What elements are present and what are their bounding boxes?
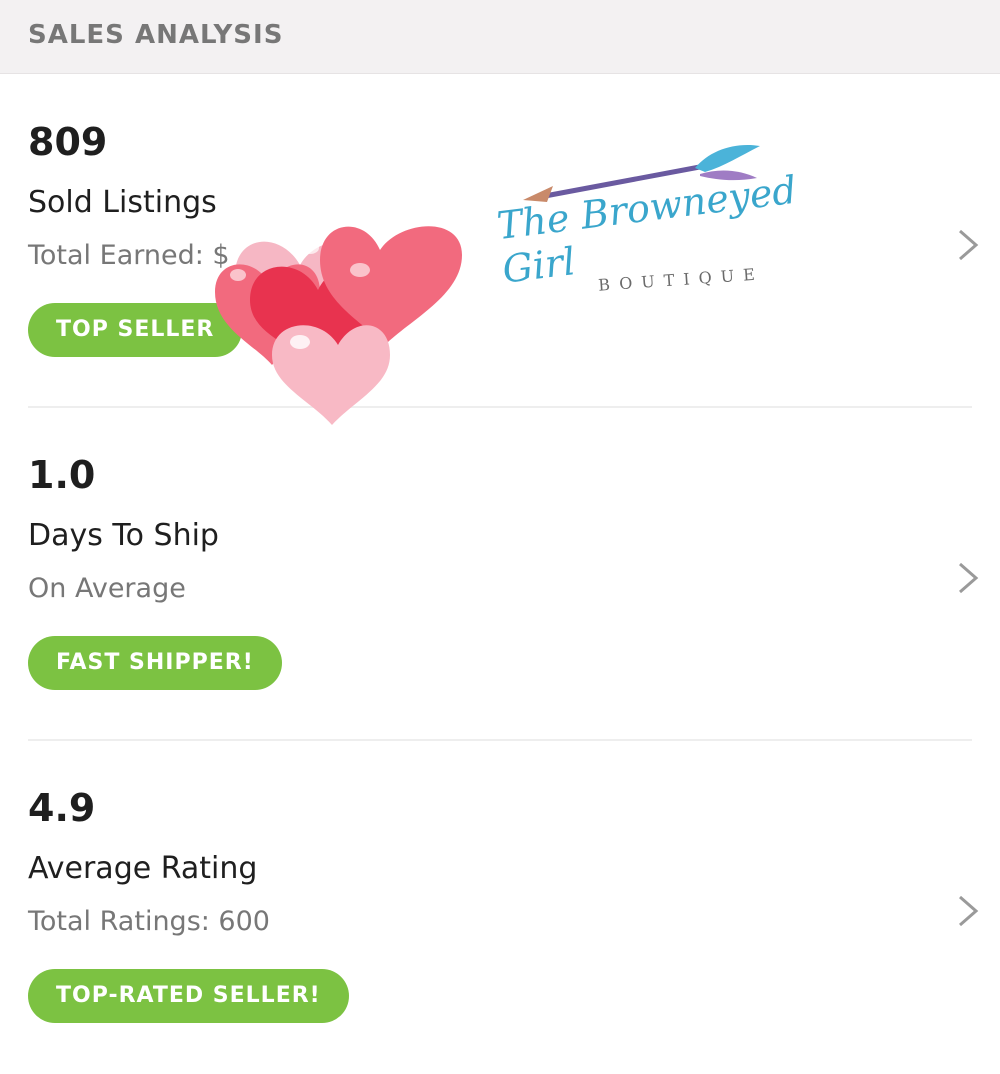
metric-subtext: On Average <box>28 573 186 604</box>
chevron-right-icon[interactable] <box>952 560 982 596</box>
metric-subtext: Total Earned: $ <box>28 240 230 271</box>
metric-row-average-rating[interactable]: 4.9 Average Rating Total Ratings: 600 TO… <box>0 741 1000 1074</box>
hearts-balloons-sticker <box>215 226 462 425</box>
top-rated-seller-badge: TOP-RATED SELLER! <box>28 969 349 1023</box>
metric-value: 1.0 <box>28 453 96 497</box>
metric-value: 809 <box>28 120 108 164</box>
chevron-right-icon[interactable] <box>952 227 982 263</box>
metric-label: Days To Ship <box>28 518 219 553</box>
metric-label: Sold Listings <box>28 185 217 220</box>
fast-shipper-badge: FAST SHIPPER! <box>28 636 282 690</box>
metric-label: Average Rating <box>28 851 258 886</box>
metric-row-days-to-ship[interactable]: 1.0 Days To Ship On Average FAST SHIPPER… <box>0 408 1000 741</box>
metric-value: 4.9 <box>28 786 96 830</box>
chevron-right-icon[interactable] <box>952 893 982 929</box>
metric-subtext: Total Ratings: 600 <box>28 906 270 937</box>
header-bar: SALES ANALYSIS <box>0 0 1000 74</box>
page-title: SALES ANALYSIS <box>28 20 284 50</box>
